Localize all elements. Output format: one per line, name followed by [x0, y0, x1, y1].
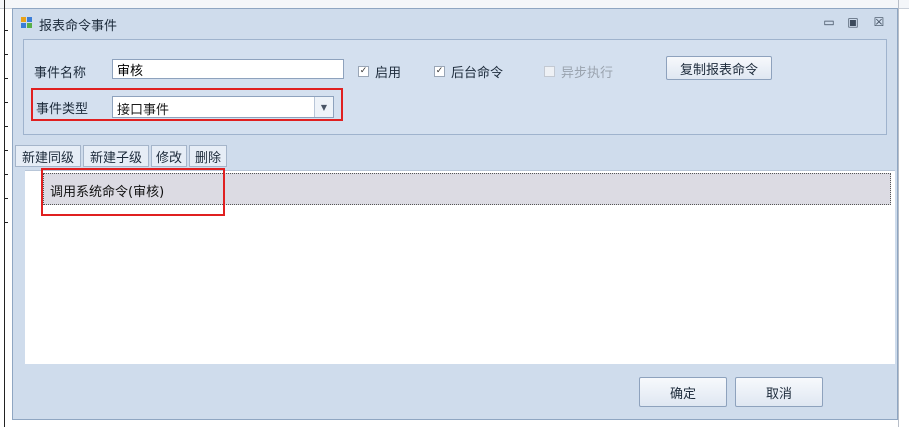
async-execute-label: 异步执行: [561, 66, 614, 81]
event-name-label: 事件名称: [34, 66, 87, 81]
background-scroll-edge: [898, 0, 899, 427]
close-icon[interactable]: ☒: [869, 13, 889, 31]
maximize-icon[interactable]: ▣: [843, 13, 863, 31]
tree-item-highlight: [41, 168, 225, 216]
background-command-checkbox[interactable]: ✓ 后台命令: [434, 62, 503, 81]
enable-label: 启用: [375, 66, 402, 81]
new-child-button[interactable]: 新建子级: [83, 145, 149, 167]
ok-button[interactable]: 确定: [639, 377, 727, 407]
enable-checkbox[interactable]: ✓ 启用: [358, 62, 401, 81]
new-sibling-button[interactable]: 新建同级: [15, 145, 81, 167]
background-command-label: 后台命令: [451, 66, 504, 81]
report-command-event-dialog: 报表命令事件 ▭ ▣ ☒ 事件名称 ✓ 启用 ✓ 后台命令 异步执行 复制报表命…: [12, 8, 898, 420]
async-execute-checkbox[interactable]: 异步执行: [544, 62, 613, 81]
delete-button[interactable]: 删除: [189, 145, 227, 167]
event-type-highlight: [31, 88, 343, 121]
background-check-icon: ✓: [434, 66, 445, 77]
copy-report-command-button[interactable]: 复制报表命令: [666, 56, 772, 80]
cancel-button[interactable]: 取消: [735, 377, 823, 407]
event-name-input[interactable]: [112, 59, 344, 79]
enable-check-icon: ✓: [358, 66, 369, 77]
minimize-icon[interactable]: ▭: [819, 13, 839, 31]
app-window-icon: [21, 17, 33, 29]
edit-button[interactable]: 修改: [151, 145, 187, 167]
title-bar[interactable]: 报表命令事件 ▭ ▣ ☒: [13, 9, 897, 37]
async-check-icon: [544, 66, 555, 77]
dialog-title: 报表命令事件: [39, 19, 118, 34]
background-grid-line: [4, 0, 5, 427]
